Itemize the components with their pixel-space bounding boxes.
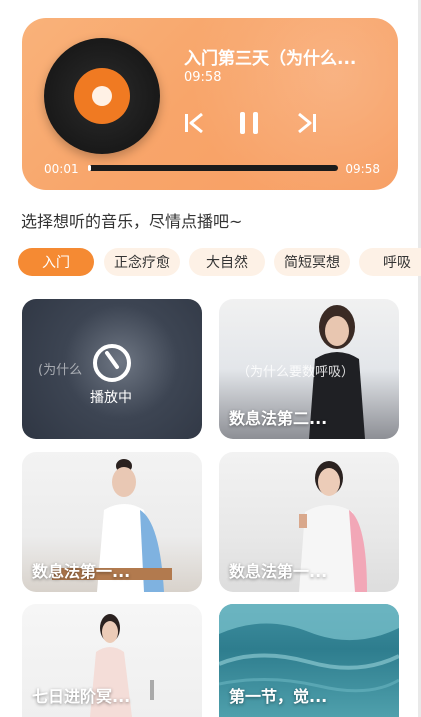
tab-intro[interactable]: 入门	[18, 248, 94, 276]
progress-fill	[88, 165, 91, 171]
pause-icon	[240, 112, 258, 134]
course-card-5[interactable]: 七日进阶冥...	[22, 604, 202, 717]
category-tabs: 入门 正念疗愈 大自然 简短冥想 呼吸	[18, 248, 421, 278]
skip-next-icon	[298, 112, 316, 134]
playing-icon	[93, 344, 131, 382]
pause-button[interactable]	[236, 110, 262, 136]
tab-short-meditation[interactable]: 简短冥想	[274, 248, 350, 276]
course-card-4[interactable]: 数息法第一...	[219, 452, 399, 592]
skip-previous-button[interactable]	[181, 110, 207, 136]
card-subtitle: (为什么	[38, 363, 83, 378]
card-title: 第一节，觉...	[229, 687, 328, 706]
track-title: 入门第三天（为什么...	[184, 49, 357, 69]
total-time: 09:58	[345, 162, 380, 176]
current-time: 00:01	[44, 162, 79, 176]
course-card-6[interactable]: 第一节，觉...	[219, 604, 399, 717]
now-playing-card[interactable]: 入门第三天（为什么... 09:58 00:01 09:58	[22, 18, 398, 190]
progress-bar[interactable]	[88, 165, 338, 171]
tab-nature[interactable]: 大自然	[189, 248, 265, 276]
course-card-2[interactable]: （为什么要数呼吸） 数息法第二...	[219, 299, 399, 439]
skip-previous-icon	[185, 112, 203, 134]
tab-breathing[interactable]: 呼吸	[359, 248, 421, 276]
card-title: 七日进阶冥...	[32, 687, 131, 706]
card-title: 数息法第一...	[32, 562, 131, 581]
skip-next-button[interactable]	[294, 110, 320, 136]
card-title: 数息法第二...	[229, 409, 328, 428]
card-subtitle: （为什么要数呼吸）	[237, 365, 355, 380]
vinyl-record-icon	[44, 38, 160, 154]
section-prompt: 选择想听的音乐，尽情点播吧~	[21, 212, 243, 231]
tab-mindful-healing[interactable]: 正念疗愈	[104, 248, 180, 276]
course-card-1[interactable]: (为什么 播放中	[22, 299, 202, 439]
track-duration: 09:58	[184, 70, 222, 85]
course-card-3[interactable]: 数息法第一...	[22, 452, 202, 592]
playing-status: 播放中	[90, 390, 132, 406]
card-title: 数息法第一...	[229, 562, 328, 581]
